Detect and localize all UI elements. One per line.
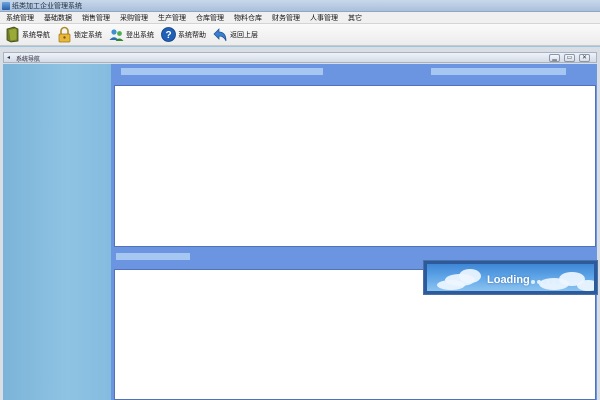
menu-item-material-warehouse[interactable]: 物料仓库 bbox=[234, 13, 262, 23]
system-navigation-label: 系统导航 bbox=[22, 30, 50, 39]
system-help-button[interactable]: ? 系统帮助 bbox=[161, 25, 206, 45]
section-bar bbox=[116, 253, 190, 260]
minimize-button[interactable]: ▁ bbox=[549, 54, 560, 62]
menu-item-production[interactable]: 生产管理 bbox=[158, 13, 186, 23]
users-logout-icon bbox=[109, 29, 124, 41]
menu-item-hr[interactable]: 人事管理 bbox=[310, 13, 338, 23]
menu-item-basic-data[interactable]: 基础数据 bbox=[44, 13, 72, 23]
lock-icon bbox=[58, 26, 71, 43]
menu-item-warehouse[interactable]: 仓库管理 bbox=[196, 13, 224, 23]
lock-system-label: 锁定系统 bbox=[74, 30, 102, 39]
loading-sky-background: Loading bbox=[427, 264, 594, 291]
navigation-sidebar bbox=[3, 64, 111, 400]
svg-text:?: ? bbox=[165, 30, 171, 41]
top-content-panel bbox=[114, 85, 596, 247]
content-area bbox=[111, 64, 597, 400]
close-button[interactable]: ✕ bbox=[579, 54, 590, 62]
lock-system-button[interactable]: 锁定系统 bbox=[57, 25, 102, 45]
menu-item-sales[interactable]: 销售管理 bbox=[82, 13, 110, 23]
return-up-label: 返回上层 bbox=[230, 30, 258, 39]
system-help-label: 系统帮助 bbox=[178, 30, 206, 39]
help-icon: ? bbox=[161, 27, 176, 42]
title-bar: 纸类加工企业管理系统 bbox=[0, 0, 600, 12]
workspace: ◂ 系统导航 ▁ ▭ ✕ bbox=[0, 47, 600, 400]
window-title: 纸类加工企业管理系统 bbox=[12, 2, 82, 10]
toolbar: 系统导航 锁定系统 登出系统 ? 系统帮助 返回上层 bbox=[0, 24, 600, 46]
window-menu-icon[interactable]: ◂ bbox=[7, 54, 10, 61]
menu-item-purchase[interactable]: 采购管理 bbox=[120, 13, 148, 23]
menu-item-finance[interactable]: 财务管理 bbox=[272, 13, 300, 23]
navigation-window-title: 系统导航 bbox=[16, 56, 41, 63]
navigation-window-titlebar: ◂ 系统导航 ▁ ▭ ✕ bbox=[3, 52, 597, 63]
system-navigation-button[interactable]: 系统导航 bbox=[5, 25, 50, 45]
app-icon bbox=[2, 2, 10, 10]
back-arrow-icon bbox=[213, 28, 227, 42]
logout-system-button[interactable]: 登出系统 bbox=[109, 25, 154, 45]
restore-button[interactable]: ▭ bbox=[564, 54, 575, 62]
header-bar-left bbox=[121, 68, 323, 75]
loading-indicator: Loading bbox=[423, 260, 598, 295]
loading-dots bbox=[531, 280, 561, 284]
menu-item-other[interactable]: 其它 bbox=[348, 13, 362, 23]
loading-text: Loading bbox=[487, 274, 530, 286]
menu-item-system[interactable]: 系统管理 bbox=[6, 13, 34, 23]
menu-bar: 系统管理 基础数据 销售管理 采购管理 生产管理 仓库管理 物料仓库 财务管理 … bbox=[0, 12, 600, 24]
logout-system-label: 登出系统 bbox=[126, 30, 154, 39]
return-up-button[interactable]: 返回上层 bbox=[213, 25, 258, 45]
book-icon bbox=[6, 26, 19, 43]
header-bar-right bbox=[431, 68, 566, 75]
